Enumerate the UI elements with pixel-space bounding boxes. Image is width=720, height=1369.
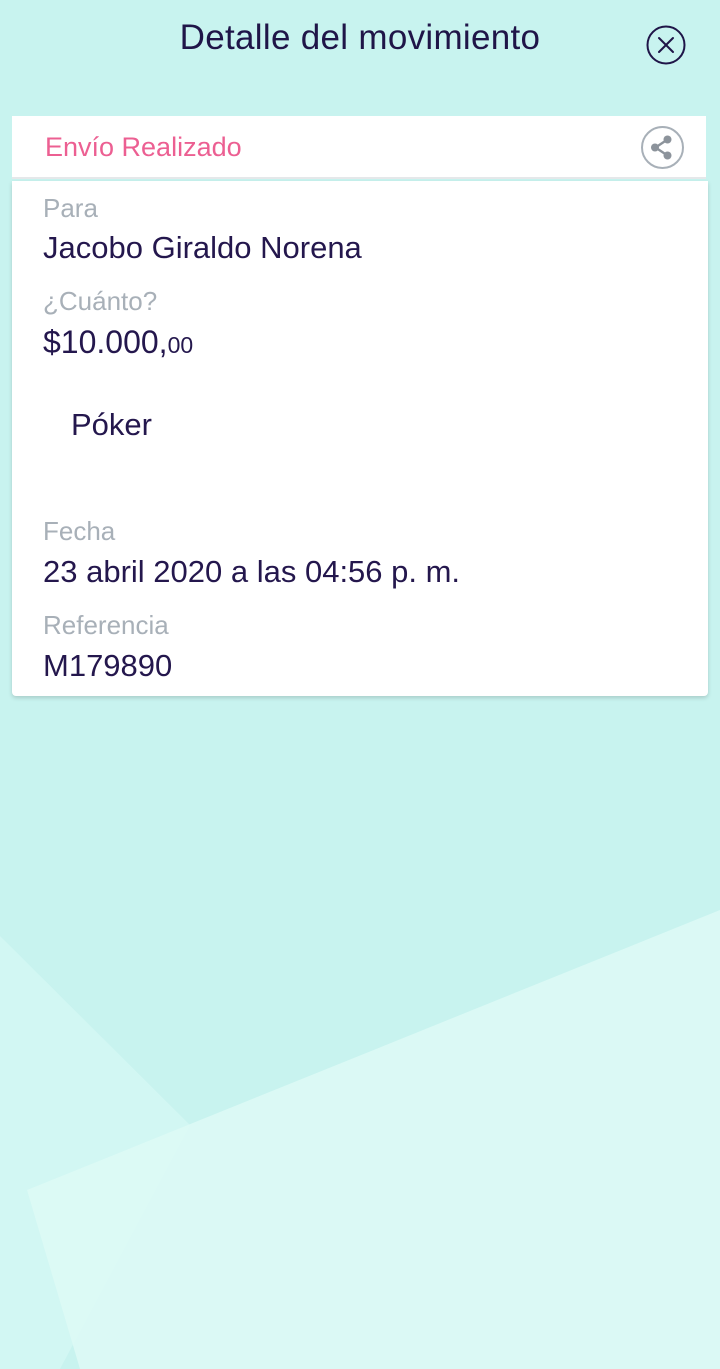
- share-button[interactable]: [640, 125, 685, 170]
- amount-value: $10.000,00: [43, 324, 193, 361]
- date-label: Fecha: [43, 516, 116, 546]
- amount-label: ¿Cuánto?: [43, 286, 158, 316]
- date-value: 23 abril 2020 a las 04:56 p. m.: [43, 554, 461, 589]
- reference-label: Referencia: [43, 610, 169, 640]
- recipient-label: Para: [43, 193, 98, 223]
- transaction-note: Póker: [71, 407, 152, 442]
- status-title: Envío Realizado: [45, 132, 242, 162]
- recipient-value: Jacobo Giraldo Norena: [43, 230, 362, 265]
- transaction-details-card: Para Jacobo Giraldo Norena ¿Cuánto? $10.…: [12, 181, 708, 696]
- amount-cents: 00: [167, 332, 194, 358]
- close-button[interactable]: [645, 24, 687, 66]
- share-icon: [641, 126, 684, 169]
- close-icon: [646, 25, 686, 65]
- reference-value: M179890: [43, 648, 173, 683]
- amount-main: $10.000,: [43, 324, 168, 360]
- page-title: Detalle del movimiento: [179, 18, 541, 57]
- header: Detalle del movimiento: [0, 0, 720, 86]
- transaction-status-header: Envío Realizado: [12, 116, 706, 179]
